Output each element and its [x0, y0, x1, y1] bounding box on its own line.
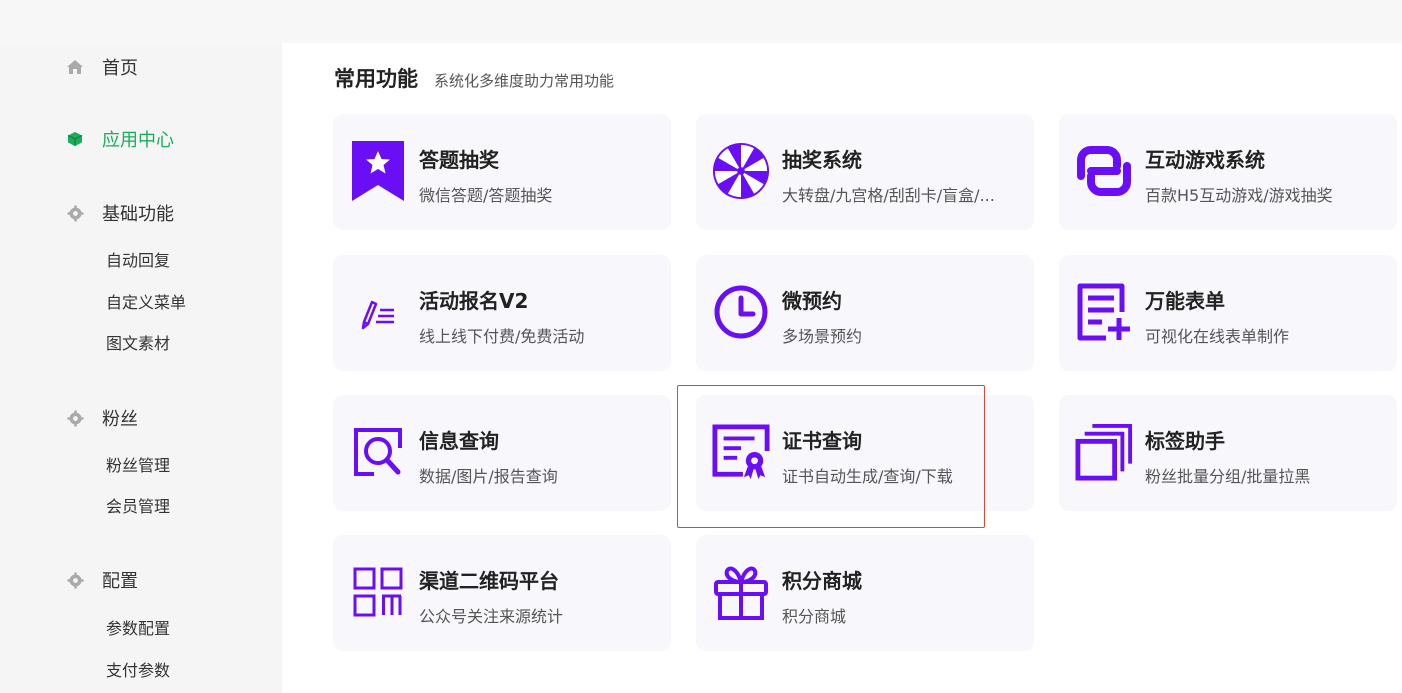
certificate-icon	[712, 421, 770, 483]
section-subtitle: 系统化多维度助力常用功能	[434, 72, 615, 90]
card-title: 答题抽奖	[419, 148, 499, 172]
card-points-mall[interactable]: 积分商城 积分商城	[696, 535, 1034, 651]
card-title: 万能表单	[1145, 289, 1225, 313]
card-reservation[interactable]: 微预约 多场景预约	[696, 255, 1034, 371]
nav-config[interactable]: 配置	[66, 565, 138, 595]
card-title: 证书查询	[782, 429, 862, 453]
card-title: 信息查询	[419, 429, 499, 453]
qrcode-icon	[349, 561, 407, 623]
card-certificate-query[interactable]: 证书查询 证书自动生成/查询/下载	[696, 395, 1034, 511]
form-add-icon	[1075, 281, 1133, 343]
top-bar	[0, 0, 1402, 43]
nav-basic-label: 基础功能	[102, 204, 174, 225]
nav-home[interactable]: 首页	[66, 52, 138, 82]
main-content: 常用功能 系统化多维度助力常用功能 答题抽奖 微信答题/答题抽奖 抽奖系统 大转…	[282, 43, 1402, 693]
nav-config-label: 配置	[102, 571, 138, 592]
nav-app-center-label: 应用中心	[102, 130, 174, 151]
nav-basic[interactable]: 基础功能	[66, 198, 174, 228]
sub-custom-menu[interactable]: 自定义菜单	[106, 289, 186, 313]
prize-wheel-icon	[712, 140, 770, 202]
card-lottery-system[interactable]: 抽奖系统 大转盘/九宫格/刮刮卡/盲盒/...	[696, 114, 1034, 230]
card-title: 微预约	[782, 289, 842, 313]
gear-icon	[66, 571, 84, 589]
card-desc: 证书自动生成/查询/下载	[782, 467, 953, 486]
ribbon-star-icon	[349, 140, 407, 202]
sub-fans-manage[interactable]: 粉丝管理	[106, 452, 170, 476]
card-event-signup[interactable]: 活动报名V2 线上线下付费/免费活动	[333, 255, 671, 371]
card-desc: 可视化在线表单制作	[1145, 327, 1290, 346]
home-icon	[66, 58, 84, 76]
gear-icon	[66, 204, 84, 222]
card-channel-qrcode[interactable]: 渠道二维码平台 公众号关注来源统计	[333, 535, 671, 651]
cube-icon	[66, 130, 84, 148]
nav-app-center[interactable]: 应用中心	[66, 124, 174, 154]
sub-auto-reply[interactable]: 自动回复	[106, 247, 170, 271]
sub-param-config[interactable]: 参数配置	[106, 615, 170, 639]
card-desc: 大转盘/九宫格/刮刮卡/盲盒/...	[782, 186, 995, 205]
card-title: 渠道二维码平台	[419, 569, 559, 593]
nav-fans[interactable]: 粉丝	[66, 403, 138, 433]
card-title: 抽奖系统	[782, 148, 862, 172]
card-tag-helper[interactable]: 标签助手 粉丝批量分组/批量拉黑	[1059, 395, 1397, 511]
search-icon	[349, 421, 407, 483]
sub-material[interactable]: 图文素材	[106, 330, 170, 354]
card-desc: 线上线下付费/免费活动	[419, 327, 585, 346]
card-desc: 数据/图片/报告查询	[419, 467, 558, 486]
pencil-list-icon	[349, 281, 407, 343]
nav-home-label: 首页	[102, 58, 138, 79]
card-desc: 公众号关注来源统计	[419, 607, 564, 626]
card-desc: 微信答题/答题抽奖	[419, 186, 553, 205]
sidebar: 首页 应用中心 基础功能 自动回复 自定义菜单 图文素材 粉丝 粉丝管理 会员管…	[0, 43, 282, 693]
gear-icon	[66, 409, 84, 427]
card-universal-form[interactable]: 万能表单 可视化在线表单制作	[1059, 255, 1397, 371]
gift-icon	[712, 561, 770, 623]
section-title: 常用功能	[334, 67, 418, 91]
card-desc: 多场景预约	[782, 327, 863, 346]
nav-fans-label: 粉丝	[102, 409, 138, 430]
card-quiz-lottery[interactable]: 答题抽奖 微信答题/答题抽奖	[333, 114, 671, 230]
card-desc: 粉丝批量分组/批量拉黑	[1145, 467, 1311, 486]
card-info-query[interactable]: 信息查询 数据/图片/报告查询	[333, 395, 671, 511]
link-loop-icon	[1075, 140, 1133, 202]
card-interactive-games[interactable]: 互动游戏系统 百款H5互动游戏/游戏抽奖	[1059, 114, 1397, 230]
layers-icon	[1075, 421, 1133, 483]
sub-pay-param[interactable]: 支付参数	[106, 657, 170, 681]
card-title: 标签助手	[1145, 429, 1225, 453]
section-header: 常用功能 系统化多维度助力常用功能	[334, 63, 614, 93]
card-title: 积分商城	[782, 569, 862, 593]
card-title: 活动报名V2	[419, 289, 529, 313]
card-title: 互动游戏系统	[1145, 148, 1265, 172]
clock-icon	[712, 281, 770, 343]
sub-member-manage[interactable]: 会员管理	[106, 493, 170, 517]
card-desc: 积分商城	[782, 607, 847, 626]
card-desc: 百款H5互动游戏/游戏抽奖	[1145, 186, 1333, 205]
